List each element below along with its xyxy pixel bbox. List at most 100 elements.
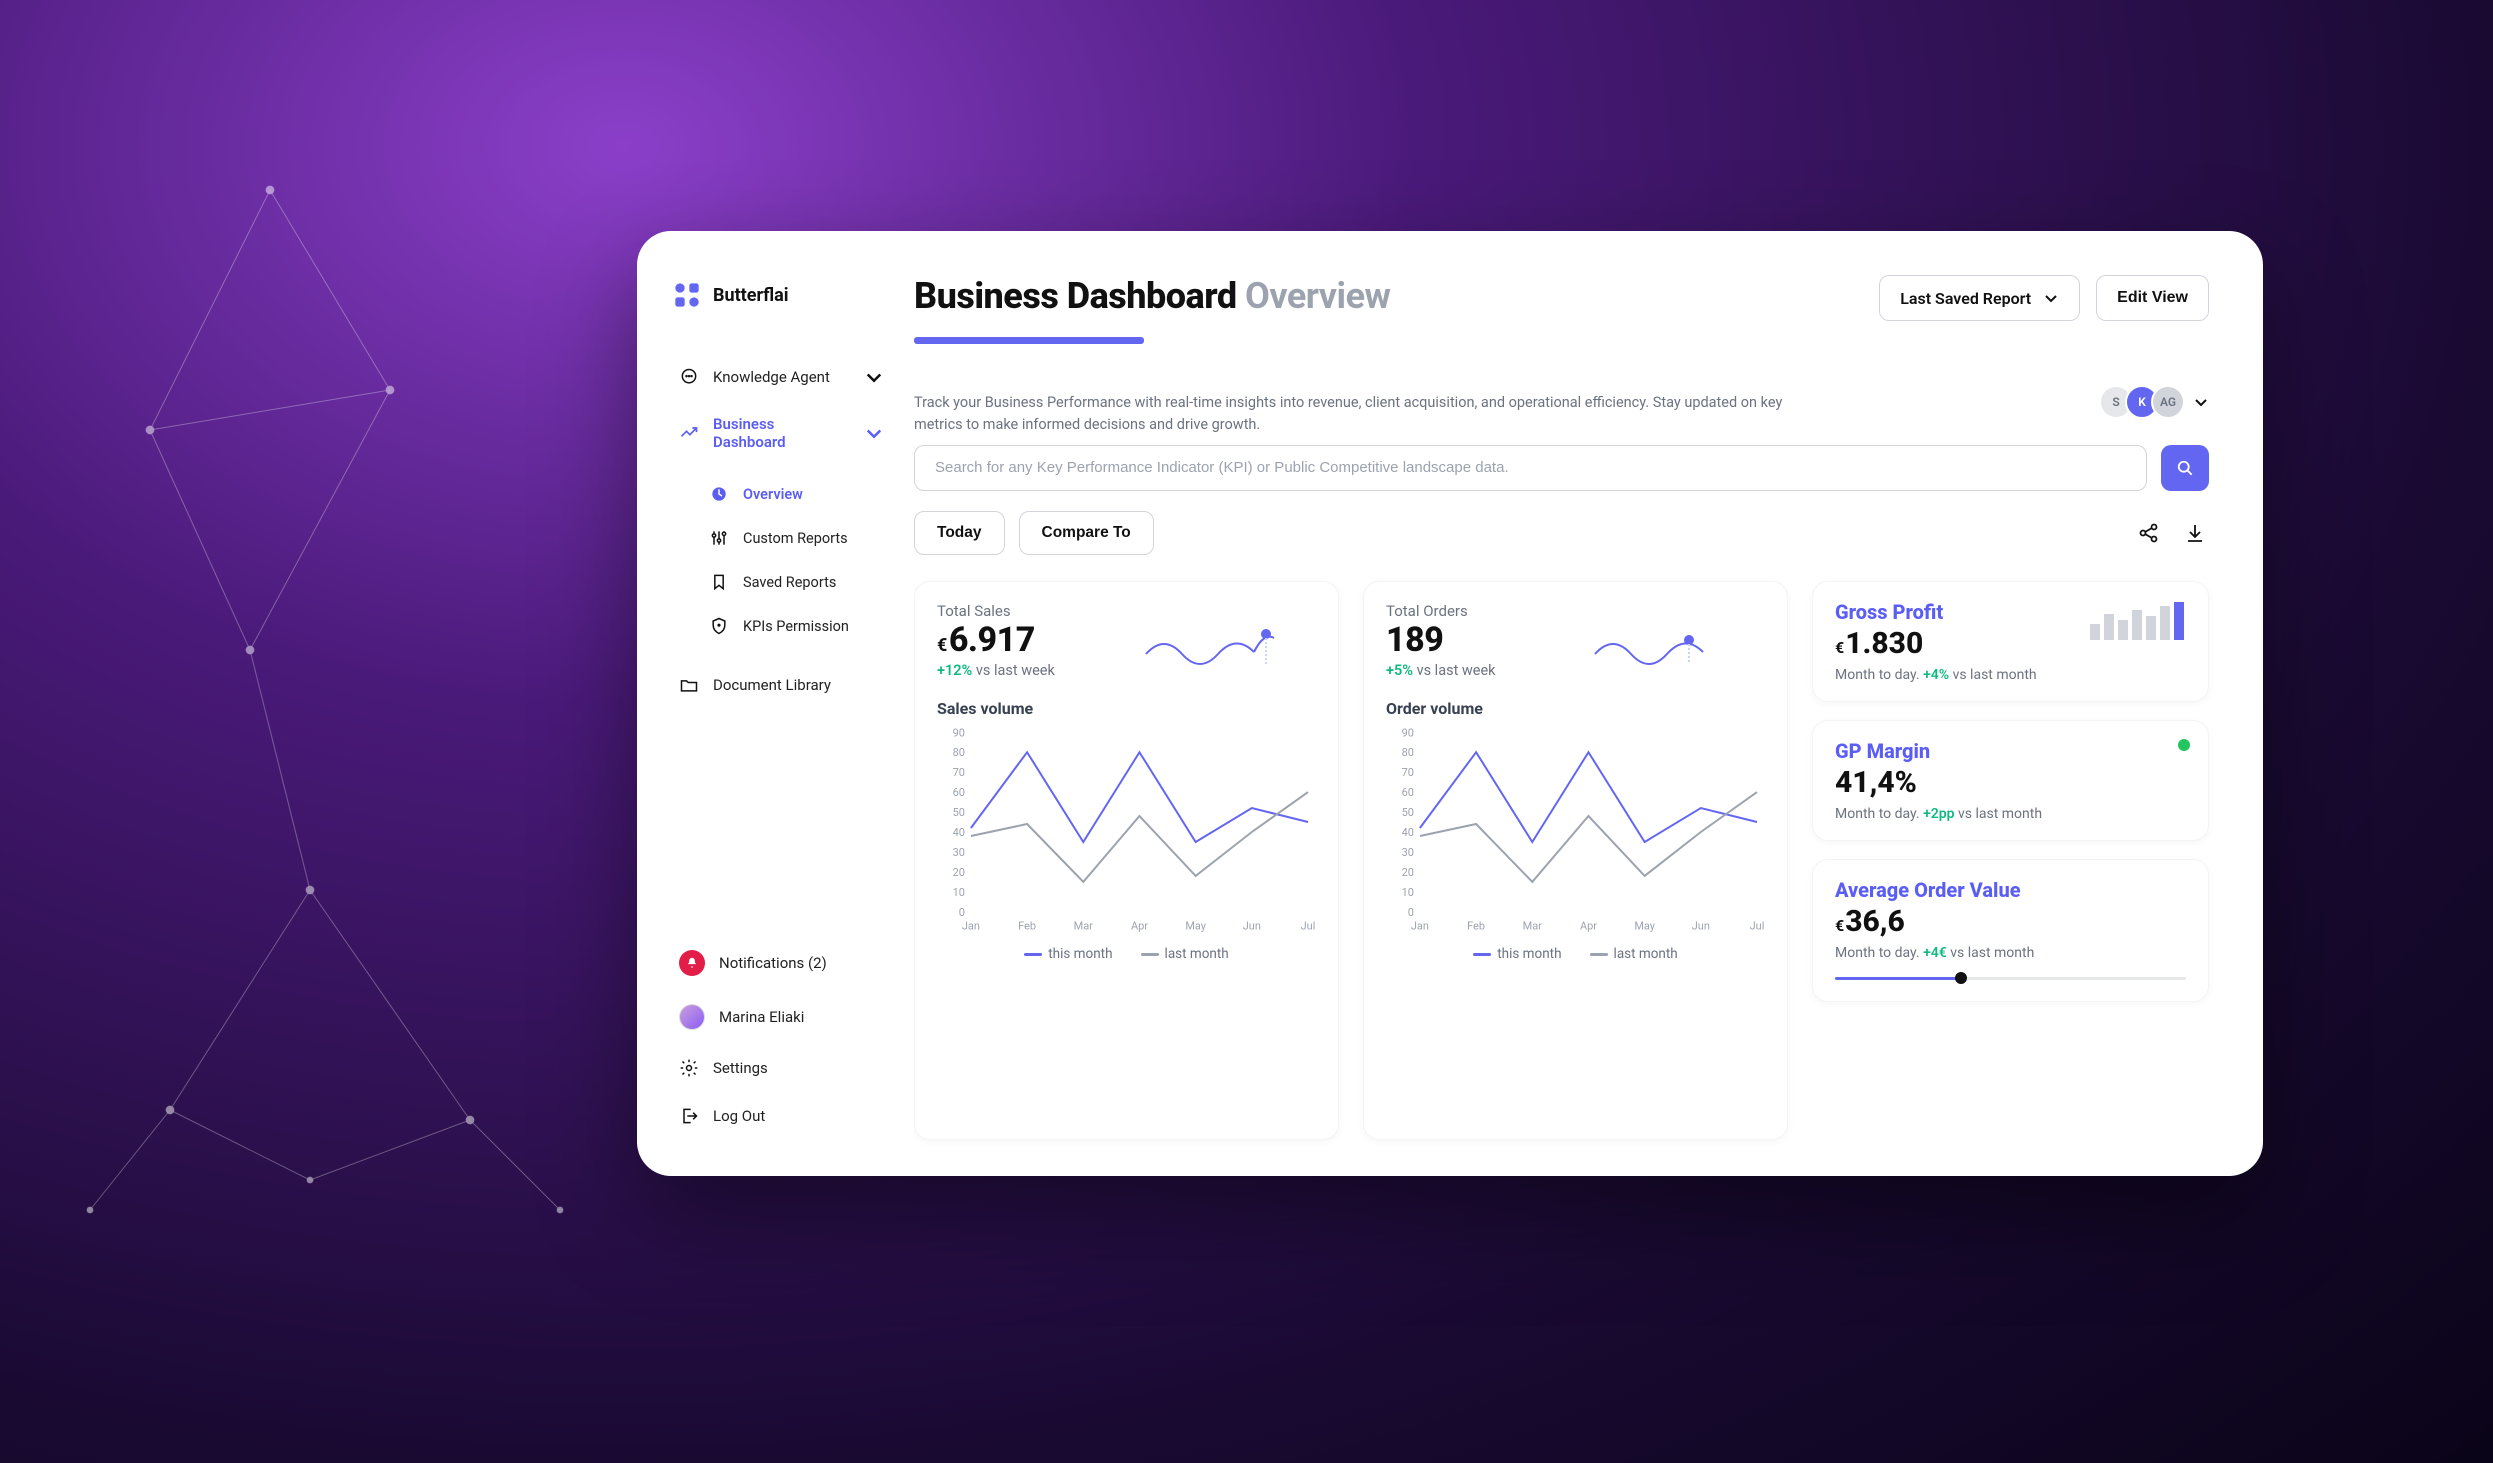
app-window: Butterflai Knowledge Agent Business Dash… xyxy=(637,231,2263,1176)
search-row xyxy=(914,445,2209,491)
nav-sub-label: Overview xyxy=(743,486,803,503)
notifications-label: Notifications (2) xyxy=(719,954,827,972)
notifications-row[interactable]: Notifications (2) xyxy=(673,940,890,986)
legend-this-month: this month xyxy=(1024,946,1112,962)
brand: Butterflai xyxy=(673,281,890,309)
header-actions: Last Saved Report Edit View xyxy=(1879,275,2209,321)
svg-text:0: 0 xyxy=(959,906,965,919)
chart-title: Order volume xyxy=(1386,699,1765,718)
header: Business Dashboard Overview Last Saved R… xyxy=(914,275,2209,344)
compare-to-button[interactable]: Compare To xyxy=(1019,511,1154,555)
svg-text:50: 50 xyxy=(953,806,965,819)
metric-label: Total Sales xyxy=(937,602,1316,620)
nav-sub-kpis-permission[interactable]: KPIs Permission xyxy=(703,605,890,647)
icon-actions xyxy=(2135,519,2209,547)
page-description: Track your Business Performance with rea… xyxy=(914,392,1814,437)
select-label: Last Saved Report xyxy=(1900,289,2031,308)
chevron-down-icon xyxy=(864,423,884,443)
sales-volume-chart: 0102030405060708090JanFebMarAprMayJunJul xyxy=(937,726,1316,936)
search-button[interactable] xyxy=(2161,445,2209,491)
svg-text:80: 80 xyxy=(953,746,965,759)
legend-last-month: last month xyxy=(1141,946,1229,962)
trend-icon xyxy=(679,423,699,443)
svg-text:30: 30 xyxy=(1402,846,1414,859)
logout-row[interactable]: Log Out xyxy=(673,1096,890,1136)
report-select[interactable]: Last Saved Report xyxy=(1879,275,2080,321)
btn-label: Edit View xyxy=(2117,289,2188,307)
svg-text:60: 60 xyxy=(953,786,965,799)
aov-slider[interactable] xyxy=(1835,973,2186,983)
today-button[interactable]: Today xyxy=(914,511,1005,555)
nav-sub-overview[interactable]: Overview xyxy=(703,473,890,515)
svg-text:90: 90 xyxy=(953,726,965,739)
settings-label: Settings xyxy=(713,1059,768,1077)
nav-item-knowledge-agent[interactable]: Knowledge Agent xyxy=(673,355,890,399)
settings-row[interactable]: Settings xyxy=(673,1048,890,1088)
avatar-group[interactable]: S K AG xyxy=(2099,385,2185,419)
nav-item-document-library[interactable]: Document Library xyxy=(673,663,890,707)
share-icon xyxy=(2137,521,2161,545)
svg-text:May: May xyxy=(1185,920,1206,933)
download-button[interactable] xyxy=(2181,519,2209,547)
svg-text:20: 20 xyxy=(1402,866,1414,879)
sliders-icon xyxy=(709,528,729,548)
title-subtitle: Overview xyxy=(1245,275,1390,317)
shield-icon xyxy=(709,616,729,636)
user-name-label: Marina Eliaki xyxy=(719,1008,804,1026)
slider-thumb[interactable] xyxy=(1955,972,1967,984)
chat-icon xyxy=(679,367,699,387)
avatar[interactable]: AG xyxy=(2151,385,2185,419)
chart-title: Sales volume xyxy=(937,699,1316,718)
nav-sub-saved-reports[interactable]: Saved Reports xyxy=(703,561,890,603)
title-main: Business Dashboard xyxy=(914,275,1237,317)
title-underline xyxy=(914,337,1144,344)
main-nav: Knowledge Agent Business Dashboard Overv… xyxy=(673,355,890,707)
svg-text:40: 40 xyxy=(1402,826,1414,839)
chevron-down-icon[interactable] xyxy=(2193,394,2209,410)
kpi-subtext: Month to day. +2pp vs last month xyxy=(1835,806,2186,822)
kpi-title: Average Order Value xyxy=(1835,878,2186,902)
sparkline-icon xyxy=(1593,624,1743,668)
edit-view-button[interactable]: Edit View xyxy=(2096,275,2209,321)
title-block: Business Dashboard Overview xyxy=(914,275,1390,344)
svg-text:Feb: Feb xyxy=(1467,920,1485,933)
gear-icon xyxy=(679,1058,699,1078)
kpi-title: GP Margin xyxy=(1835,739,2186,763)
status-dot-icon xyxy=(2178,739,2190,751)
nav-sub-label: Custom Reports xyxy=(743,530,848,547)
kpi-value: €36,6 xyxy=(1835,904,2186,939)
decorative-network xyxy=(50,130,600,1280)
kpi-value: 41,4% xyxy=(1835,765,2186,800)
sparkline-icon xyxy=(1144,624,1294,668)
card-total-orders: Total Orders 189 +5% vs last week Order … xyxy=(1363,581,1788,1140)
order-volume-chart: 0102030405060708090JanFebMarAprMayJunJul xyxy=(1386,726,1765,936)
bell-icon xyxy=(679,950,705,976)
slider-fill xyxy=(1835,977,1961,980)
legend-this-month: this month xyxy=(1473,946,1561,962)
kpi-subtext: Month to day. +4€ vs last month xyxy=(1835,945,2186,961)
svg-text:80: 80 xyxy=(1402,746,1414,759)
bar-spark-icon xyxy=(2090,600,2186,640)
search-input[interactable] xyxy=(914,445,2147,491)
nav-sub-custom-reports[interactable]: Custom Reports xyxy=(703,517,890,559)
share-button[interactable] xyxy=(2135,519,2163,547)
svg-text:Jul: Jul xyxy=(1301,920,1316,933)
nav-sub-dashboard: Overview Custom Reports Saved Reports KP… xyxy=(673,473,890,647)
svg-text:10: 10 xyxy=(1402,886,1414,899)
svg-text:Jun: Jun xyxy=(1692,920,1710,933)
page-title: Business Dashboard Overview xyxy=(914,275,1390,317)
chart-legend: this month last month xyxy=(937,946,1316,962)
sidebar: Butterflai Knowledge Agent Business Dash… xyxy=(637,231,914,1176)
main-content: Business Dashboard Overview Last Saved R… xyxy=(914,231,2263,1176)
svg-text:20: 20 xyxy=(953,866,965,879)
svg-text:Apr: Apr xyxy=(1131,920,1148,933)
metric-label: Total Orders xyxy=(1386,602,1765,620)
svg-text:60: 60 xyxy=(1402,786,1414,799)
svg-text:May: May xyxy=(1634,920,1655,933)
clock-icon xyxy=(709,484,729,504)
nav-label: Document Library xyxy=(713,676,831,694)
bookmark-icon xyxy=(709,572,729,592)
brand-logo-icon xyxy=(673,281,701,309)
nav-item-business-dashboard[interactable]: Business Dashboard xyxy=(673,403,890,463)
user-row[interactable]: Marina Eliaki xyxy=(673,994,890,1040)
